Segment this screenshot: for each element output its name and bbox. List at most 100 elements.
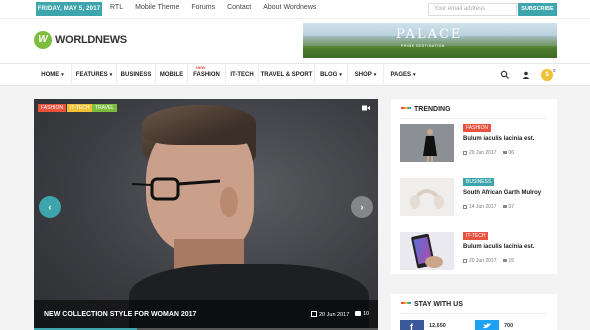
trending-category-badge[interactable]: IT-TECH [463,232,489,240]
nav-home[interactable]: HOME ▾ [34,64,72,86]
trending-title[interactable]: Bulum iaculis lacinia est. [463,136,534,142]
heading-dots-icon [401,302,411,304]
video-camera-icon [362,105,370,111]
hero-image-glasses [131,177,220,201]
nav-business-label: BUSINESS [120,72,152,78]
hero-tag-fashion[interactable]: FASHION [38,104,66,112]
nav-mobile[interactable]: MOBILE [156,64,188,86]
calendar-icon [463,204,467,209]
link-rtl[interactable]: RTL [110,4,123,11]
trending-item[interactable]: IT-TECH Bulum iaculis lacinia est. 20 Ju… [400,232,548,272]
chevron-down-icon: ▾ [339,72,342,78]
cart-icon[interactable]: $ [541,69,553,81]
chevron-down-icon: ▾ [61,72,64,78]
subscribe-button[interactable]: SUBSCRIBE [518,3,557,16]
nav-shop-label: SHOP [354,72,372,78]
calendar-icon [463,258,467,263]
hero-tag-it-tech[interactable]: IT-TECH [67,104,93,112]
comment-icon [502,205,507,208]
headphones-image [400,178,454,216]
nav-travel-sport-label: TRAVEL & SPORT [260,72,313,78]
trending-thumbnail[interactable] [400,232,454,270]
nav-mobile-label: MOBILE [159,72,184,78]
divider [401,118,547,119]
trending-meta: 14 Jun 2017 07 [463,204,514,210]
hero-caption: NEW COLLECTION STYLE FOR WOMAN 2017 20 J… [34,300,378,330]
chevron-down-icon: ▾ [413,72,416,78]
hero-slider[interactable]: FASHION IT-TECH TRAVEL ‹ › NEW COLLECTIO… [34,99,378,330]
main-nav: HOME ▾ FEATURES ▾ BUSINESS MOBILE NEW FASHI… [0,63,590,86]
nav-fashion-label: FASHION [193,72,220,78]
logo-text[interactable]: WORLDNEWS [55,34,127,46]
facebook-count: 12,650 [429,323,446,329]
cart-count: 0 [553,68,556,73]
trending-thumbnail[interactable] [400,124,454,162]
facebook-button[interactable]: f [400,320,424,330]
trending-date: 20 Jun 2017 [469,150,497,156]
trending-title[interactable]: South African Garth Mulroy [463,190,541,196]
nav-fashion[interactable]: NEW FASHION [188,64,226,86]
hero-comments: 10 [355,311,369,317]
chevron-down-icon: ▾ [109,72,113,78]
trending-meta: 20 Jun 2017 06 [463,150,514,156]
date-badge: FRIDAY, MAY 5, 2017 [36,2,102,16]
divider [401,313,547,314]
ad-subtitle: PRIME DESTINATION [401,44,445,48]
trending-meta: 20 Jun 2017 15 [463,258,514,264]
nav-pages-label: PAGES [390,72,412,78]
twitter-count: 700 [504,323,514,329]
trending-heading-text: TRENDING [414,106,451,113]
hero-title[interactable]: NEW COLLECTION STYLE FOR WOMAN 2017 [44,311,196,318]
hero-image-hair-top [142,105,256,145]
slider-prev-button[interactable]: ‹ [39,196,61,218]
stay-heading-text: STAY WITH US [414,301,463,308]
link-mobile-theme[interactable]: Mobile Theme [135,4,179,11]
nav-business[interactable]: BUSINESS [117,64,156,86]
twitter-icon [475,320,499,330]
nav-home-label: HOME [41,72,60,78]
nav-features[interactable]: FEATURES ▾ [72,64,117,86]
woman-black-dress-image [400,124,454,162]
twitter-button[interactable] [475,320,499,330]
trending-thumbnail[interactable] [400,178,454,216]
heading-dots-icon [401,107,411,109]
comment-icon [502,259,507,262]
nav-it-tech-label: IT-TECH [230,72,254,78]
logo-icon[interactable]: W [34,31,52,49]
nav-pages[interactable]: PAGES ▾ [384,64,422,86]
link-contact[interactable]: Contact [227,4,251,11]
nav-shop[interactable]: SHOP ▾ [348,64,384,86]
hero-date-text: 20 Jun 2017 [319,312,350,318]
nav-blog[interactable]: BLOG ▾ [315,64,348,86]
facebook-icon: f [400,320,424,330]
trending-comments: 06 [508,150,515,156]
hero-comments-count: 10 [363,311,370,317]
hero-date: 20 Jun 2017 [311,311,349,318]
ad-banner[interactable]: PALACE PRIME DESTINATION [303,23,557,58]
trending-comments: 15 [508,258,515,264]
nav-travel-sport[interactable]: TRAVEL & SPORT [259,64,315,86]
trending-category-badge[interactable]: BUSINESS [463,178,495,186]
trending-item[interactable]: FASHION Bulum iaculis lacinia est. 20 Ju… [400,124,548,164]
trending-category-badge[interactable]: FASHION [463,124,491,132]
link-forums[interactable]: Forums [191,4,215,11]
link-about[interactable]: About Wordnews [263,4,316,11]
email-input[interactable]: Your email address [428,3,517,16]
hero-image-ear [220,187,238,217]
hero-tag-travel[interactable]: TRAVEL [92,104,118,112]
comment-icon [502,151,507,154]
comment-icon [355,311,361,316]
trending-item[interactable]: BUSINESS South African Garth Mulroy 14 J… [400,178,548,218]
nav-features-label: FEATURES [75,72,108,78]
trending-date: 14 Jun 2017 [469,204,497,210]
user-icon[interactable] [522,71,530,79]
top-links: RTL Mobile Theme Forums Contact About Wo… [110,4,316,11]
search-icon[interactable] [500,70,510,80]
nav-blog-label: BLOG [320,72,338,78]
trending-title[interactable]: Bulum iaculis lacinia est. [463,244,534,250]
trending-date: 20 Jun 2017 [469,258,497,264]
nav-it-tech[interactable]: IT-TECH [226,64,259,86]
slider-next-button[interactable]: › [351,196,373,218]
new-badge: NEW [196,65,206,70]
chevron-down-icon: ▾ [373,72,377,78]
